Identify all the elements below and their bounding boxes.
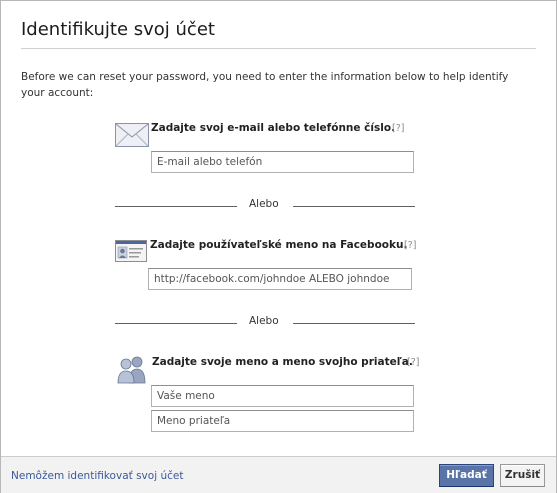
username-help-link[interactable]: [?] — [404, 240, 416, 251]
username-section-label: Zadajte používateľské meno na Facebooku. — [150, 239, 408, 251]
divider-or-text: Alebo — [249, 198, 279, 210]
friend-section-label: Zadajte svoje meno a meno svojho priateľ… — [152, 356, 413, 368]
search-button[interactable]: Hľadať — [439, 464, 494, 487]
divider-line-left — [115, 323, 237, 324]
divider-line-right — [293, 206, 415, 207]
email-section-label: Zadajte svoj e-mail alebo telefónne čísl… — [151, 122, 396, 134]
facebook-username-input[interactable] — [148, 268, 412, 290]
cancel-button[interactable]: Zrušiť — [500, 464, 545, 487]
email-or-phone-input[interactable] — [151, 151, 414, 173]
people-icon — [115, 354, 149, 384]
intro-text: Before we can reset your password, you n… — [21, 71, 509, 99]
dialog-title: Identifikujte svoj účet — [21, 19, 215, 40]
title-separator — [21, 48, 536, 49]
divider-line-left — [115, 206, 237, 207]
divider-or-text: Alebo — [249, 315, 279, 327]
envelope-icon — [115, 123, 149, 147]
identify-account-dialog: Identifikujte svoj účet Before we can re… — [0, 0, 557, 493]
id-card-icon — [115, 240, 147, 262]
your-name-input[interactable] — [151, 385, 414, 407]
email-help-link[interactable]: [?] — [392, 123, 404, 134]
cant-identify-link[interactable]: Nemôžem identifikovať svoj účet — [11, 470, 183, 482]
friend-help-link[interactable]: [?] — [407, 357, 419, 368]
dialog-footer: Nemôžem identifikovať svoj účet Hľadať Z… — [1, 456, 556, 493]
friend-name-input[interactable] — [151, 410, 414, 432]
divider-line-right — [293, 323, 415, 324]
